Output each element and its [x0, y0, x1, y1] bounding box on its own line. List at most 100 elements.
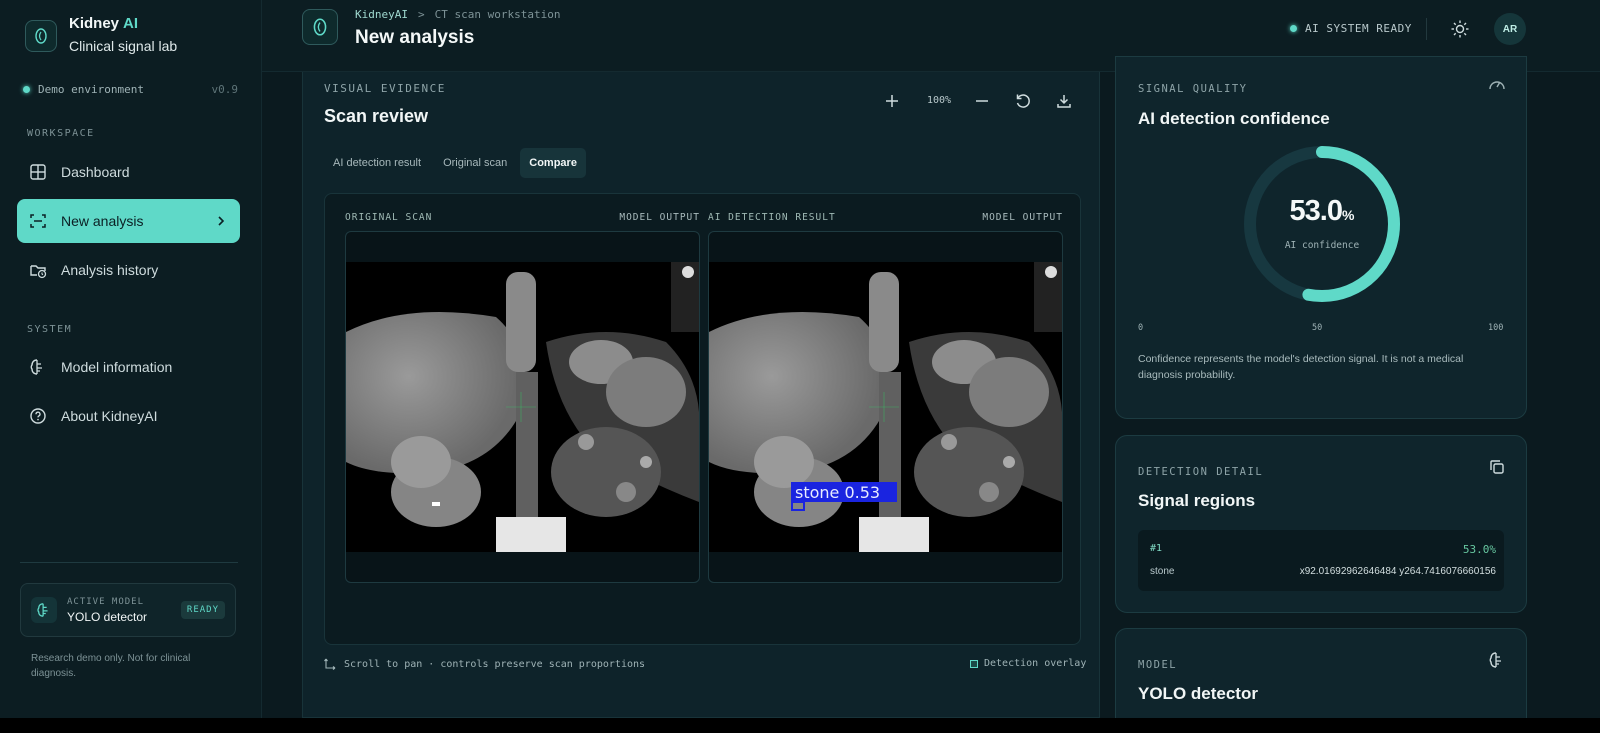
- status-dot-icon: [1290, 25, 1297, 32]
- original-scan-pane: ORIGINAL SCAN MODEL OUTPUT: [345, 212, 700, 583]
- confidence-value: 53.0%: [1289, 195, 1355, 227]
- pan-arrows-icon: [324, 658, 336, 670]
- sidebar-item-label: About KidneyAI: [61, 408, 158, 424]
- detection-detail-card: DETECTION DETAIL Signal regions #1 53.0%…: [1115, 435, 1527, 613]
- active-model-card[interactable]: ACTIVE MODEL YOLO detector READY: [20, 583, 236, 637]
- confidence-sub-label: AI confidence: [1284, 240, 1360, 251]
- region-label: stone: [1150, 566, 1175, 577]
- pan-hint: Scroll to pan · controls preserve scan p…: [324, 658, 645, 670]
- sidebar-item-label: Dashboard: [61, 164, 130, 180]
- tab-original-scan[interactable]: Original scan: [434, 148, 516, 178]
- zoom-level: 100%: [927, 95, 952, 106]
- overlay-checkbox[interactable]: [970, 659, 978, 668]
- zoom-in-button[interactable]: [883, 92, 901, 110]
- sidebar-item-label: New analysis: [61, 213, 144, 229]
- sidebar-item-new-analysis[interactable]: New analysis: [17, 199, 240, 243]
- breadcrumb-separator: >: [417, 8, 425, 21]
- signal-quality-label: SIGNAL QUALITY: [1138, 83, 1248, 95]
- brain-icon: [31, 597, 57, 623]
- help-circle-icon: [30, 408, 46, 424]
- sidebar-divider: [20, 562, 238, 563]
- tab-ai-detection-result[interactable]: AI detection result: [324, 148, 430, 178]
- version-label: v0.9: [211, 83, 239, 96]
- ct-scan-image: [346, 262, 699, 552]
- gauge-icon: [1489, 81, 1505, 90]
- system-section-label: SYSTEM: [27, 324, 73, 335]
- sidebar-item-model-information[interactable]: Model information: [17, 345, 240, 389]
- app-window: Kidney AI Clinical signal lab Demo enviro…: [0, 0, 1600, 718]
- model-card: MODEL YOLO detector: [1115, 628, 1527, 718]
- ct-scan-image: stone 0.53: [709, 262, 1062, 552]
- brand-title: Kidney AI: [69, 15, 139, 32]
- scale-max: 100: [1488, 323, 1504, 333]
- sidebar-item-analysis-history[interactable]: Analysis history: [17, 248, 240, 292]
- chevron-right-icon: [216, 213, 226, 229]
- scan-viewport[interactable]: stone 0.53: [708, 231, 1063, 583]
- status-badge: READY: [180, 601, 225, 619]
- active-model-label: ACTIVE MODEL: [67, 596, 145, 607]
- confidence-title: AI detection confidence: [1138, 109, 1330, 128]
- workspace-section-label: WORKSPACE: [27, 128, 95, 139]
- view-tabs: AI detection result Original scan Compar…: [324, 148, 586, 178]
- scan-review-panel: VISUAL EVIDENCE Scan review 100% AI dete…: [302, 72, 1100, 718]
- tab-compare[interactable]: Compare: [520, 148, 586, 178]
- minus-icon: [976, 100, 988, 102]
- region-id: #1: [1150, 543, 1163, 554]
- grid-icon: [30, 164, 46, 180]
- overlay-label: Detection overlay: [984, 658, 1087, 669]
- pane-title: AI DETECTION RESULT: [708, 212, 836, 223]
- header-divider: [1426, 18, 1427, 40]
- active-model-name: YOLO detector: [67, 609, 148, 624]
- disclaimer-text: Research demo only. Not for clinical dia…: [31, 653, 191, 679]
- confidence-note: Confidence represents the model's detect…: [1138, 353, 1464, 381]
- kidney-logo-icon: [25, 19, 57, 52]
- download-button[interactable]: [1055, 92, 1073, 110]
- ai-status-label: AI SYSTEM READY: [1305, 22, 1412, 35]
- brand-subtitle: Clinical signal lab: [69, 38, 178, 54]
- avatar[interactable]: AR: [1494, 13, 1526, 45]
- reset-view-button[interactable]: [1014, 92, 1032, 110]
- brand[interactable]: Kidney AI Clinical signal lab: [25, 15, 177, 56]
- pane-tag: MODEL OUTPUT: [619, 212, 700, 223]
- environment-label: Demo environment: [38, 83, 144, 96]
- brain-icon: [1489, 652, 1501, 668]
- ai-status-indicator: AI SYSTEM READY: [1290, 22, 1412, 35]
- zoom-toolbar: 100%: [883, 92, 1083, 112]
- copy-icon[interactable]: [1488, 458, 1506, 476]
- list-item[interactable]: #1 53.0% stone x92.01692962646484 y264.7…: [1138, 530, 1504, 591]
- pane-title: ORIGINAL SCAN: [345, 212, 433, 223]
- theme-toggle-sun-icon[interactable]: [1450, 19, 1470, 39]
- ai-detection-pane: AI DETECTION RESULT MODEL OUTPUT stone 0…: [708, 212, 1063, 583]
- scan-viewport[interactable]: [345, 231, 700, 583]
- sidebar-item-label: Analysis history: [61, 262, 159, 278]
- region-coordinates: x92.01692962646484 y264.7416076660156: [1299, 566, 1496, 577]
- plus-icon: [886, 95, 898, 107]
- region-confidence: 53.0%: [1462, 543, 1496, 556]
- sidebar-item-label: Model information: [61, 359, 173, 375]
- breadcrumb: KidneyAI > CT scan workstation: [355, 8, 560, 21]
- detection-overlay-toggle[interactable]: Detection overlay: [970, 658, 1086, 669]
- zoom-out-button[interactable]: [973, 92, 991, 110]
- scale-mid: 50: [1312, 323, 1323, 333]
- detection-label: stone 0.53: [795, 483, 880, 502]
- brain-icon: [30, 359, 42, 375]
- breadcrumb-current: CT scan workstation: [434, 8, 561, 21]
- model-section-label: MODEL: [1138, 659, 1178, 671]
- sidebar-item-dashboard[interactable]: Dashboard: [17, 150, 240, 194]
- sidebar-item-about[interactable]: About KidneyAI: [17, 394, 240, 438]
- breadcrumb-home-link[interactable]: KidneyAI: [355, 8, 408, 21]
- scale-min: 0: [1138, 323, 1144, 333]
- visual-evidence-label: VISUAL EVIDENCE: [324, 82, 446, 95]
- download-icon: [1057, 95, 1071, 108]
- pane-tag: MODEL OUTPUT: [982, 212, 1063, 223]
- pan-hint-text: Scroll to pan · controls preserve scan p…: [344, 658, 646, 670]
- compare-view[interactable]: ORIGINAL SCAN MODEL OUTPUT AI DETECTION …: [324, 193, 1081, 645]
- scan-icon: [30, 214, 46, 228]
- rotate-ccw-icon: [1016, 94, 1030, 108]
- scan-review-title: Scan review: [324, 106, 429, 126]
- detection-detail-label: DETECTION DETAIL: [1138, 466, 1264, 478]
- model-title: YOLO detector: [1138, 684, 1258, 703]
- signal-regions-title: Signal regions: [1138, 491, 1256, 510]
- sidebar: Kidney AI Clinical signal lab Demo enviro…: [0, 0, 262, 718]
- signal-quality-card: SIGNAL QUALITY AI detection confidence 5…: [1115, 56, 1527, 419]
